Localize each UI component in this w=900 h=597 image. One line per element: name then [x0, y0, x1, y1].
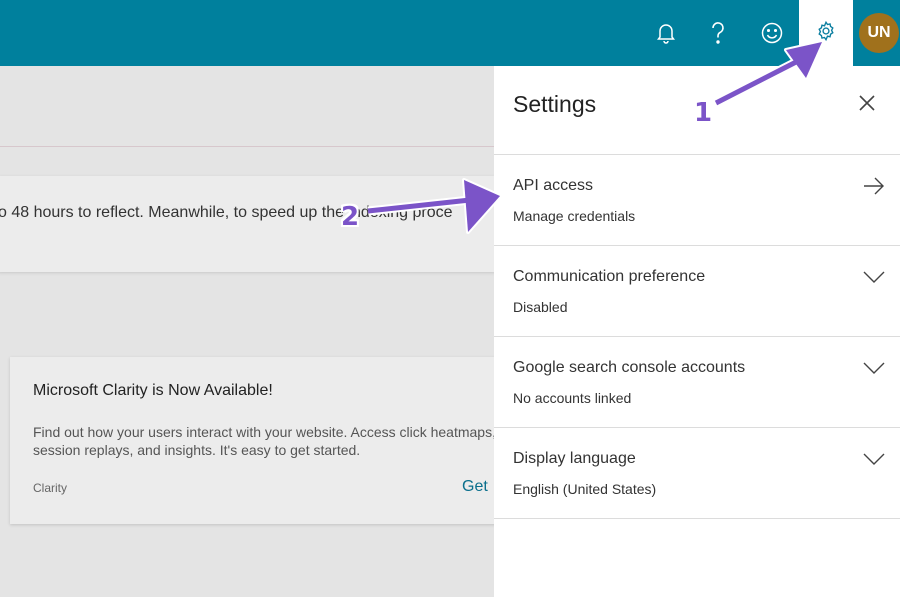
divider — [494, 518, 900, 519]
annotation-step-1: 1 — [694, 98, 713, 128]
smiley-icon[interactable] — [752, 13, 792, 53]
indexing-banner: o 48 hours to reflect. Meanwhile, to spe… — [0, 176, 494, 272]
clarity-card-description: Find out how your users interact with yo… — [33, 424, 494, 458]
chevron-down-icon[interactable] — [862, 265, 886, 289]
settings-item-value: English (United States) — [513, 481, 657, 497]
gear-icon[interactable] — [815, 20, 837, 47]
clarity-card-title: Microsoft Clarity is Now Available! — [33, 382, 273, 399]
settings-item-display-language[interactable]: Display language English (United States) — [494, 427, 900, 518]
settings-item-api-access[interactable]: API access Manage credentials — [494, 154, 900, 245]
settings-item-communication-preference[interactable]: Communication preference Disabled — [494, 245, 900, 336]
settings-item-label: Communication preference — [513, 268, 706, 285]
chevron-down-icon[interactable] — [862, 356, 886, 380]
clarity-card: Microsoft Clarity is Now Available! Find… — [10, 357, 494, 524]
settings-item-value: Manage credentials — [513, 208, 636, 224]
avatar[interactable]: UN — [859, 13, 899, 53]
background-header-band — [0, 66, 494, 147]
annotation-step-2: 2 — [341, 202, 360, 232]
clarity-card-source: Clarity — [33, 481, 68, 495]
chevron-down-icon[interactable] — [862, 447, 886, 471]
settings-item-value: Disabled — [513, 299, 568, 315]
settings-item-label: API access — [513, 177, 594, 194]
settings-item-label: Google search console accounts — [513, 359, 746, 376]
background-page: o 48 hours to reflect. Meanwhile, to spe… — [0, 66, 494, 597]
arrow-right-icon[interactable] — [862, 174, 886, 198]
indexing-banner-text: o 48 hours to reflect. Meanwhile, to spe… — [0, 204, 453, 221]
top-bar: UN — [0, 0, 900, 66]
clarity-get-link[interactable]: Get — [462, 478, 488, 496]
panel-title: Settings — [513, 91, 597, 117]
settings-panel: Settings API access Manage credentials C… — [494, 66, 900, 597]
settings-tab[interactable] — [799, 0, 853, 66]
bell-icon[interactable] — [646, 13, 686, 53]
settings-item-label: Display language — [513, 450, 636, 467]
close-icon[interactable] — [858, 94, 876, 117]
help-icon[interactable] — [698, 13, 738, 53]
settings-item-value: No accounts linked — [513, 390, 632, 406]
close-button[interactable] — [853, 91, 881, 119]
settings-item-google-search-console[interactable]: Google search console accounts No accoun… — [494, 336, 900, 427]
